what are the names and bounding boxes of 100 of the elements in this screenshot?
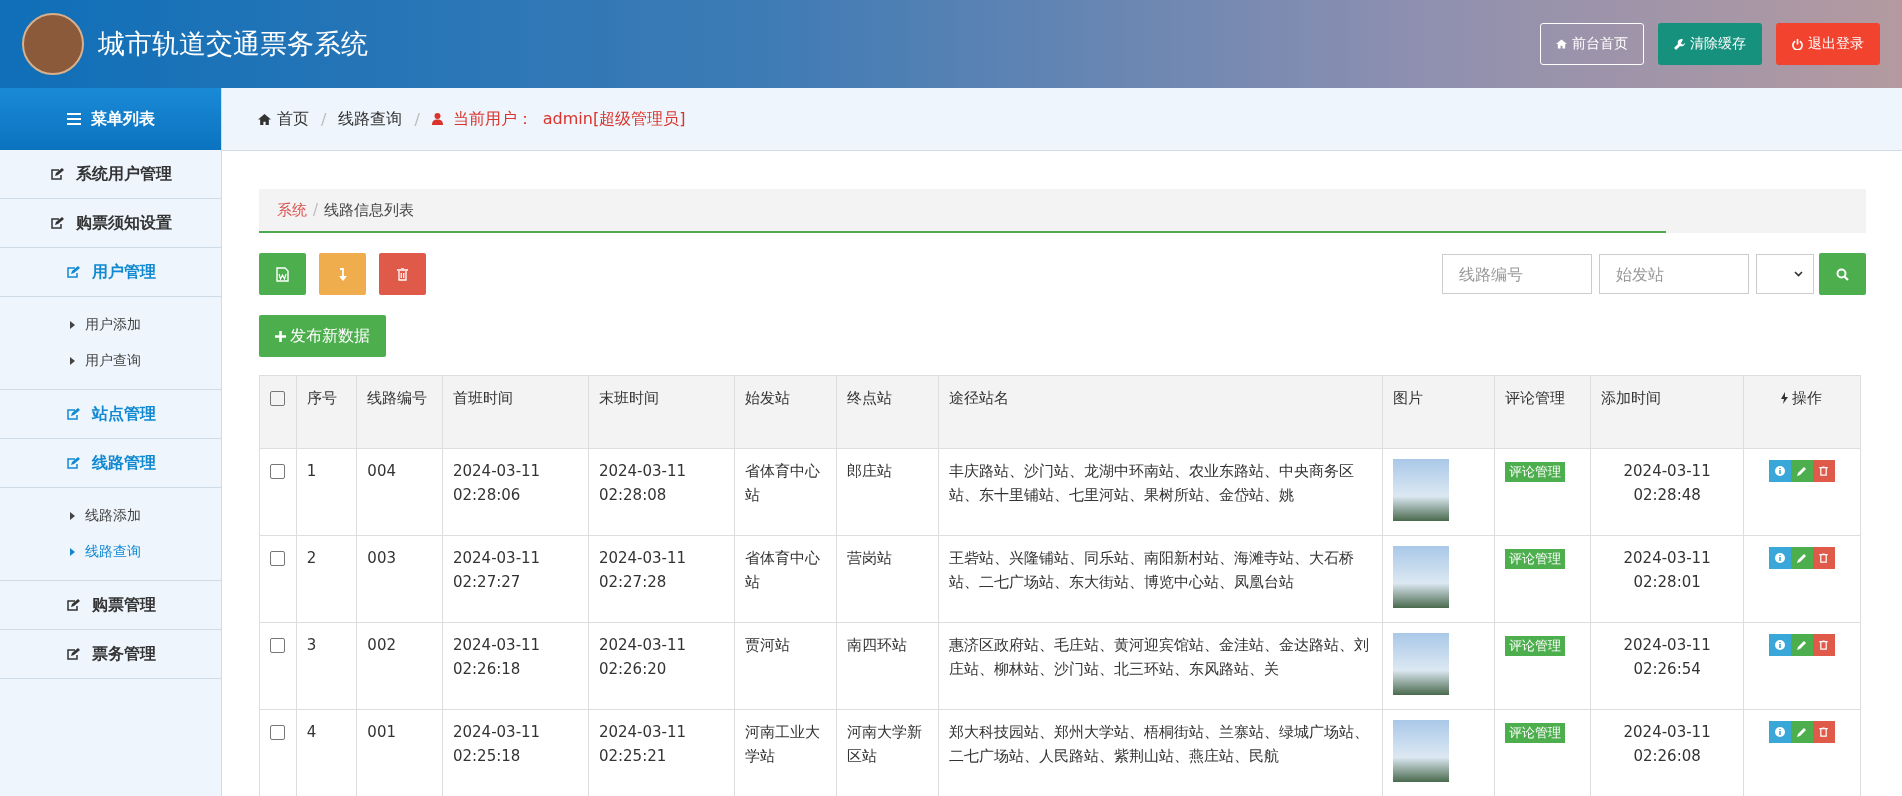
sidebar-subitem[interactable]: 用户添加: [0, 307, 221, 343]
photo-placeholder: [1392, 546, 1449, 608]
table-cell: 南四环站: [846, 636, 907, 654]
table-cell: 2024-03-11 02:25:21: [598, 723, 687, 765]
caret-icon: [70, 548, 75, 556]
sidebar-subitem[interactable]: 用户查询: [0, 343, 221, 379]
trash-icon: [1819, 466, 1829, 476]
checkbox[interactable]: [270, 391, 285, 406]
review-link[interactable]: 评论管理: [1504, 462, 1565, 482]
column-header: 图片: [1392, 389, 1423, 407]
photo-placeholder: [1392, 459, 1449, 521]
edit-icon: [65, 647, 80, 661]
table-cell: 省体育中心站: [744, 549, 820, 591]
search-button[interactable]: [1819, 253, 1866, 295]
delete-button[interactable]: [379, 253, 426, 295]
table-cell: 郑大科技园站、郑州大学站、梧桐街站、兰寨站、绿城广场站、二七广场站、人民路站、紫荆山站、燕庄站、民航: [948, 723, 1369, 765]
checkbox[interactable]: [270, 638, 285, 653]
table-cell: 王砦站、兴隆铺站、同乐站、南阳新村站、海滩寺站、大石桥站、二七广场站、东大街站、博览中心站、凤凰台站: [948, 549, 1354, 591]
word-file-icon: [276, 266, 289, 282]
sidebar-subitem[interactable]: 线路查询: [0, 534, 221, 570]
column-header: 末班时间: [598, 389, 659, 407]
column-header: 添加时间: [1601, 389, 1662, 407]
sidebar-item[interactable]: 站点管理: [0, 390, 221, 439]
dropdown[interactable]: [1756, 254, 1814, 294]
info-button[interactable]: [1768, 634, 1791, 656]
review-link[interactable]: 评论管理: [1504, 636, 1565, 656]
info-icon: [1774, 640, 1785, 650]
info-icon: [1774, 727, 1785, 737]
table-cell: 001: [367, 723, 396, 741]
info-icon: [1774, 553, 1785, 563]
info-button[interactable]: [1768, 547, 1791, 569]
table-cell: 2024-03-11 02:27:28: [598, 549, 687, 591]
power-icon: [1792, 38, 1803, 50]
checkbox[interactable]: [270, 464, 285, 479]
edit-button[interactable]: [1790, 721, 1813, 743]
table-cell: 2024-03-11 02:28:48: [1623, 462, 1711, 504]
checkbox[interactable]: [270, 551, 285, 566]
edit-button[interactable]: [1790, 634, 1813, 656]
review-link[interactable]: 评论管理: [1504, 723, 1565, 743]
edit-icon: [49, 216, 64, 230]
sidebar-subitem[interactable]: 线路添加: [0, 498, 221, 534]
column-header: 操作: [1792, 388, 1823, 409]
menu-icon: [66, 113, 81, 125]
user-icon: [431, 113, 443, 125]
breadcrumb-separator: /: [414, 109, 420, 129]
edit-icon: [65, 598, 80, 612]
import-button[interactable]: [319, 253, 366, 295]
table-cell: 2024-03-11 02:28:01: [1623, 549, 1711, 591]
info-button[interactable]: [1768, 460, 1791, 482]
table-cell: 2024-03-11 02:25:18: [452, 723, 541, 765]
sidebar-item[interactable]: 购票须知设置: [0, 199, 221, 248]
edit-icon: [65, 456, 80, 470]
delete-button[interactable]: [1812, 634, 1835, 656]
header-button[interactable]: 退出登录: [1776, 23, 1880, 65]
trash-icon: [1819, 640, 1829, 650]
table-cell: 2024-03-11 02:26:54: [1623, 636, 1711, 678]
checkbox[interactable]: [270, 725, 285, 740]
table-cell: 2024-03-11 02:26:20: [598, 636, 687, 678]
edit-button[interactable]: [1790, 547, 1813, 569]
delete-button[interactable]: [1812, 721, 1835, 743]
export-word-button[interactable]: [259, 253, 306, 295]
table-cell: 惠济区政府站、毛庄站、黄河迎宾馆站、金洼站、金达路站、刘庄站、柳林站、沙门站、北三环站、东风路站、关: [948, 636, 1369, 678]
table-cell: 3: [306, 636, 317, 654]
table-cell: 1: [306, 462, 317, 480]
info-button[interactable]: [1768, 721, 1791, 743]
table-cell: 2024-03-11 02:26:18: [452, 636, 541, 678]
table-cell: 2024-03-11 02:26:08: [1623, 723, 1711, 765]
breadcrumb-separator: /: [313, 201, 319, 219]
breadcrumb-link[interactable]: 首页: [277, 108, 309, 130]
table-cell: 河南大学新区站: [846, 723, 922, 765]
review-link[interactable]: 评论管理: [1504, 549, 1565, 569]
column-header: 序号: [306, 389, 337, 407]
column-header: 始发站: [744, 389, 790, 407]
table-cell: 2: [306, 549, 317, 567]
edit-button[interactable]: [1790, 460, 1813, 482]
breadcrumb-separator: /: [321, 109, 327, 129]
edit-icon: [65, 407, 80, 421]
sidebar-item[interactable]: 购票管理: [0, 581, 221, 630]
caret-icon: [70, 321, 75, 329]
pencil-icon: [1796, 466, 1807, 476]
sidebar-item[interactable]: 线路管理: [0, 439, 221, 488]
table-cell: 002: [367, 636, 396, 654]
column-header: 首班时间: [452, 389, 513, 407]
table-cell: 贾河站: [744, 636, 790, 654]
column-header: 终点站: [846, 389, 892, 407]
sidebar-item[interactable]: 用户管理: [0, 248, 221, 297]
search-field[interactable]: 始发站: [1599, 254, 1749, 294]
add-button[interactable]: 发布新数据: [259, 315, 386, 357]
delete-button[interactable]: [1812, 547, 1835, 569]
search-field[interactable]: 线路编号: [1442, 254, 1592, 294]
breadcrumb-link[interactable]: 系统: [277, 200, 307, 220]
header-button[interactable]: 前台首页: [1540, 23, 1644, 65]
header-button[interactable]: 清除缓存: [1658, 23, 1762, 65]
sidebar-item[interactable]: 系统用户管理: [0, 150, 221, 199]
sidebar-item[interactable]: 票务管理: [0, 630, 221, 679]
delete-button[interactable]: [1812, 460, 1835, 482]
trash-icon: [397, 267, 408, 281]
trash-icon: [1819, 553, 1829, 563]
caret-icon: [70, 512, 75, 520]
breadcrumb-link[interactable]: 线路查询: [338, 108, 403, 130]
